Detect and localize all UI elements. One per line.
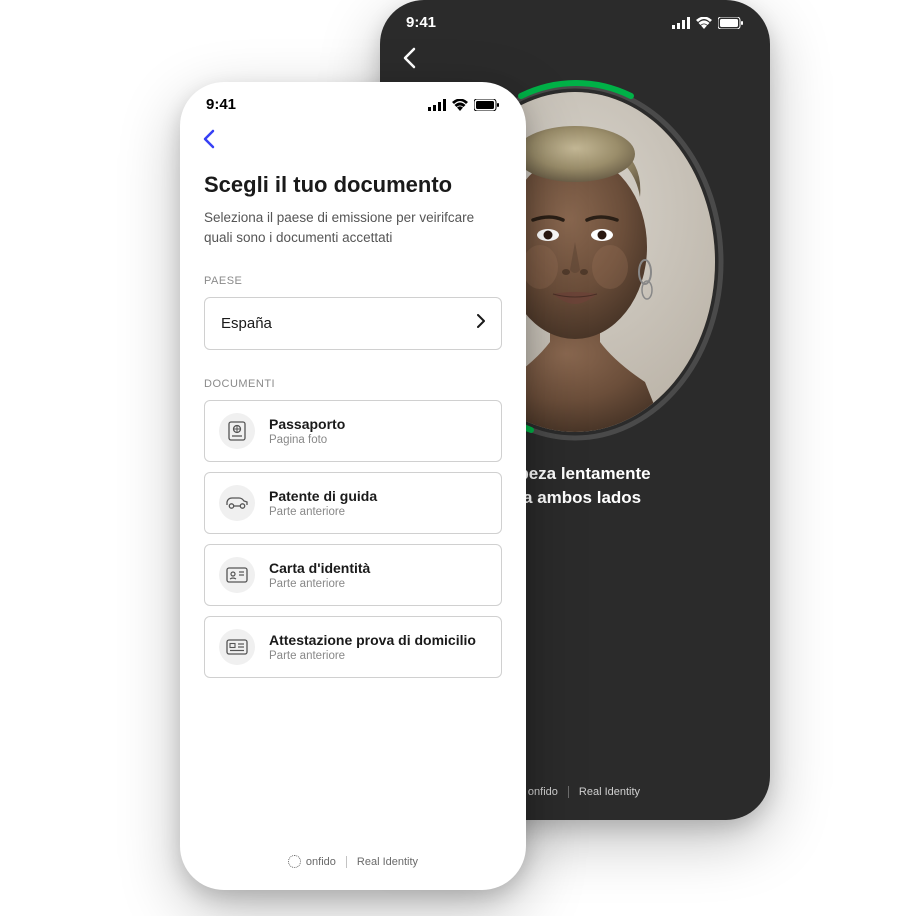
doc-title: Passaporto	[269, 416, 345, 432]
brand-name: onfido	[306, 856, 336, 868]
document-option-passport[interactable]: Passaporto Pagina foto	[204, 400, 502, 462]
country-section-label: PAESE	[204, 275, 502, 287]
documents-section-label: DOCUMENTI	[204, 378, 502, 390]
document-select-content: Scegli il tuo documento Seleziona il pae…	[180, 162, 526, 678]
status-icons	[428, 99, 500, 111]
status-time: 9:41	[406, 14, 436, 31]
brand-divider	[346, 856, 347, 868]
chevron-right-icon	[477, 314, 485, 333]
doc-title: Patente di guida	[269, 488, 377, 504]
doc-subtitle: Parte anteriore	[269, 650, 476, 662]
country-selector[interactable]: España	[204, 297, 502, 350]
doc-subtitle: Pagina foto	[269, 434, 345, 446]
brand-ring-icon	[288, 855, 301, 868]
address-card-icon	[219, 629, 255, 665]
document-option-address-proof[interactable]: Attestazione prova di domicilio Parte an…	[204, 616, 502, 678]
brand-tagline: Real Identity	[357, 856, 418, 868]
doc-subtitle: Parte anteriore	[269, 506, 377, 518]
page-subheading: Seleziona il paese di emissione per veir…	[204, 208, 502, 247]
passport-icon	[219, 413, 255, 449]
brand-logo: onfido	[288, 855, 336, 868]
doc-title: Carta d'identità	[269, 560, 370, 576]
brand-divider	[568, 786, 569, 798]
status-icons	[672, 17, 744, 29]
country-value: España	[221, 315, 272, 332]
id-card-icon	[219, 557, 255, 593]
document-option-id-card[interactable]: Carta d'identità Parte anteriore	[204, 544, 502, 606]
brand-footer: onfido Real Identity	[180, 855, 526, 868]
battery-icon	[474, 99, 500, 111]
doc-subtitle: Parte anteriore	[269, 578, 370, 590]
doc-title: Attestazione prova di domicilio	[269, 632, 476, 648]
back-button[interactable]	[180, 121, 526, 162]
wifi-icon	[452, 99, 468, 111]
page-heading: Scegli il tuo documento	[204, 172, 502, 198]
status-bar: 9:41	[380, 0, 770, 39]
back-button[interactable]	[380, 39, 770, 82]
status-time: 9:41	[206, 96, 236, 113]
signal-icon	[428, 99, 446, 111]
phone-light-document-select: 9:41 Scegli il tuo documento Seleziona i…	[180, 82, 526, 890]
brand-tagline: Real Identity	[579, 786, 640, 798]
brand-name: onfido	[528, 786, 558, 798]
status-bar: 9:41	[180, 82, 526, 121]
signal-icon	[672, 17, 690, 29]
document-option-license[interactable]: Patente di guida Parte anteriore	[204, 472, 502, 534]
battery-icon	[718, 17, 744, 29]
wifi-icon	[696, 17, 712, 29]
car-icon	[219, 485, 255, 521]
